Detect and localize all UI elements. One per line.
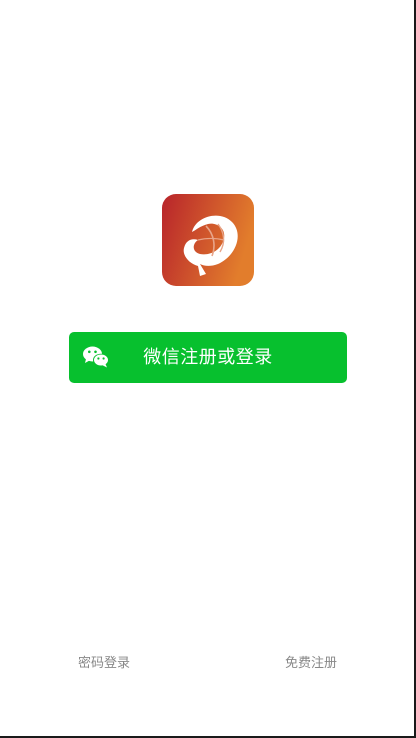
password-login-link[interactable]: 密码登录 bbox=[78, 655, 130, 673]
free-register-link[interactable]: 免费注册 bbox=[285, 655, 337, 673]
fish-app-logo-icon bbox=[162, 194, 254, 286]
wechat-login-button[interactable]: 微信注册或登录 bbox=[69, 332, 347, 383]
app-logo bbox=[162, 194, 254, 286]
wechat-login-label: 微信注册或登录 bbox=[143, 347, 273, 368]
login-screen: 微信注册或登录 密码登录 免费注册 bbox=[0, 0, 416, 738]
